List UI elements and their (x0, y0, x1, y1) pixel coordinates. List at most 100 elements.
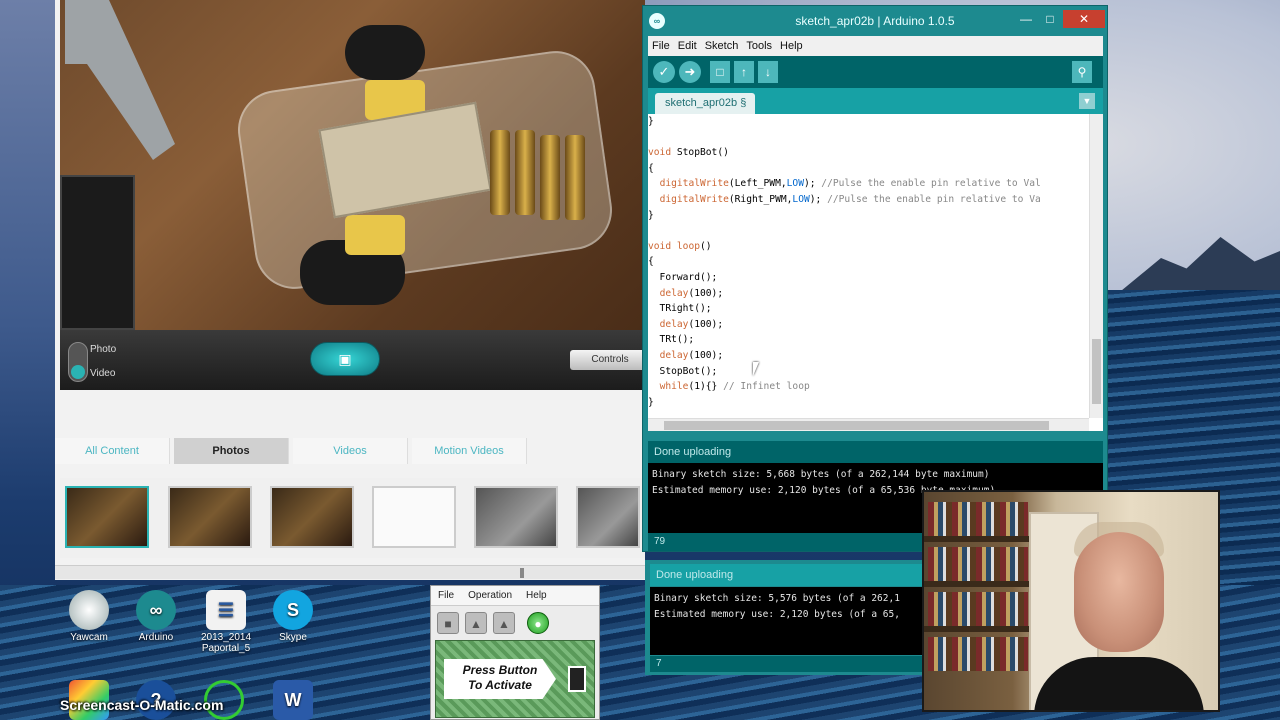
code-line[interactable] (648, 223, 1088, 239)
console-line: Estimated memory use: 2,120 bytes (of a … (654, 609, 900, 620)
code-line[interactable]: TRt(); (648, 332, 1088, 348)
tab-motion-videos[interactable]: Motion Videos (412, 438, 527, 464)
line-number: 7 (650, 656, 925, 672)
camera-app-window: Photo Video ▣ Controls All Content Photo… (55, 0, 650, 580)
menu-help[interactable]: Help (776, 40, 807, 52)
word-icon: W (273, 680, 313, 720)
code-line[interactable]: TRight(); (648, 301, 1088, 317)
code-line[interactable]: Forward(); (648, 270, 1088, 286)
thumbnail[interactable] (372, 486, 456, 548)
maximize-icon[interactable]: □ (1039, 10, 1061, 28)
verify-icon[interactable]: ✓ (653, 61, 675, 83)
close-icon[interactable]: ✕ (1063, 10, 1105, 28)
code-line[interactable]: StopBot(); (648, 364, 1088, 380)
ide-status-bar: Done uploading (648, 441, 1103, 463)
desktop-icon-yawcam[interactable]: Yawcam (58, 590, 120, 643)
push-button[interactable] (568, 666, 586, 692)
code-line[interactable]: delay(100); (648, 317, 1088, 333)
tab-all-content[interactable]: All Content (55, 438, 170, 464)
open-icon[interactable]: ↑ (734, 61, 754, 83)
menu-file[interactable]: File (648, 40, 674, 52)
menu-help[interactable]: Help (519, 590, 554, 601)
go-icon[interactable]: ● (527, 612, 549, 634)
menu-tools[interactable]: Tools (742, 40, 776, 52)
arduino-icon: ∞ (136, 590, 176, 630)
camera-controls-bar: Photo Video ▣ Controls (60, 330, 650, 390)
code-line[interactable]: } (648, 114, 1088, 130)
code-line[interactable]: delay(100); (648, 348, 1088, 364)
arduino-ide-window-2: Done uploading Binary sketch size: 5,576… (645, 560, 925, 675)
util-board-image: Press Button To Activate (435, 640, 595, 718)
bookshelf-books (928, 637, 1028, 671)
util-tool-icon[interactable]: ▲ (465, 612, 487, 634)
bookshelf-shelf (924, 536, 1034, 542)
code-text[interactable]: } void StopBot(){ digitalWrite(Left_PWM,L… (648, 114, 1088, 414)
capture-button[interactable]: ▣ (310, 342, 380, 376)
controls-button[interactable]: Controls (570, 350, 650, 370)
scrollbar-thumb[interactable] (664, 421, 1049, 430)
thumbnail[interactable] (168, 486, 252, 548)
save-icon[interactable]: ↓ (758, 61, 778, 83)
camera-tabs: All Content Photos Videos Motion Videos (55, 438, 645, 464)
code-line[interactable]: digitalWrite(Left_PWM,LOW); //Pulse the … (648, 176, 1088, 192)
bookshelf-books (928, 547, 1028, 581)
battery (565, 135, 585, 220)
camera-feed (60, 0, 645, 330)
thumbnail-scrollbar[interactable] (55, 565, 645, 579)
thumbnail[interactable] (270, 486, 354, 548)
code-line[interactable]: { (648, 254, 1088, 270)
yawcam-icon (69, 590, 109, 630)
tab-menu-icon[interactable]: ▼ (1079, 93, 1095, 109)
desktop-icon-skype[interactable]: S Skype (262, 590, 324, 643)
menu-operation[interactable]: Operation (461, 590, 519, 601)
black-box-object (60, 175, 135, 330)
code-line[interactable] (648, 130, 1088, 146)
menu-sketch[interactable]: Sketch (701, 40, 743, 52)
battery (540, 135, 560, 220)
tab-sketch[interactable]: sketch_apr02b § (655, 93, 755, 114)
photo-video-toggle[interactable] (68, 342, 88, 382)
editor-horizontal-scrollbar[interactable] (648, 418, 1089, 431)
ide-tabbar: sketch_apr02b § ▼ (648, 88, 1103, 114)
thumbnail[interactable] (576, 486, 640, 548)
editor-vertical-scrollbar[interactable] (1089, 114, 1103, 418)
webcam-overlay (922, 490, 1220, 712)
ide2-console: Binary sketch size: 5,576 bytes (of a 26… (650, 587, 925, 655)
thumbnail[interactable] (65, 486, 149, 548)
scrollbar-thumb[interactable] (1092, 339, 1101, 404)
code-line[interactable]: while(1){} // Infinet loop (648, 379, 1088, 395)
code-line[interactable]: void StopBot() (648, 145, 1088, 161)
console-line: Binary sketch size: 5,576 bytes (of a 26… (654, 593, 900, 604)
robot-wheel-top (345, 25, 425, 80)
tab-photos[interactable]: Photos (174, 438, 289, 464)
upload-icon[interactable]: ➜ (679, 61, 701, 83)
code-line[interactable]: } (648, 395, 1088, 411)
utility-app-window: File Operation Help ■ ▲ ▲ ● Press Button… (430, 585, 600, 720)
skype-icon: S (273, 590, 313, 630)
minimize-icon[interactable]: — (1015, 10, 1037, 28)
thumbnail[interactable] (474, 486, 558, 548)
desktop-icon-word[interactable]: W (262, 680, 324, 720)
mode-photo-label: Photo (90, 344, 117, 355)
menu-edit[interactable]: Edit (674, 40, 701, 52)
new-icon[interactable]: □ (710, 61, 730, 83)
mouse-cursor (753, 362, 759, 376)
util-tool-icon[interactable]: ■ (437, 612, 459, 634)
camera-icon: ▣ (338, 351, 352, 367)
bookshelf-shelf (924, 626, 1034, 632)
code-line[interactable]: } (648, 208, 1088, 224)
code-line[interactable]: { (648, 161, 1088, 177)
banner-line-2: To Activate (468, 678, 532, 692)
code-editor[interactable]: } void StopBot(){ digitalWrite(Left_PWM,L… (648, 114, 1103, 431)
code-line[interactable]: void loop() (648, 239, 1088, 255)
menu-file[interactable]: File (431, 590, 461, 601)
desktop-icon-document[interactable]: ☰ 2013_2014 Paportal_5 (193, 590, 259, 654)
ide-titlebar[interactable]: ∞ sketch_apr02b | Arduino 1.0.5 — □ ✕ (643, 6, 1107, 36)
code-line[interactable]: delay(100); (648, 286, 1088, 302)
serial-monitor-icon[interactable]: ⚲ (1072, 61, 1092, 83)
tab-videos[interactable]: Videos (293, 438, 408, 464)
desktop-icon-arduino[interactable]: ∞ Arduino (125, 590, 187, 643)
util-tool-icon[interactable]: ▲ (493, 612, 515, 634)
scrollbar-thumb[interactable] (520, 568, 524, 578)
code-line[interactable]: digitalWrite(Right_PWM,LOW); //Pulse the… (648, 192, 1088, 208)
